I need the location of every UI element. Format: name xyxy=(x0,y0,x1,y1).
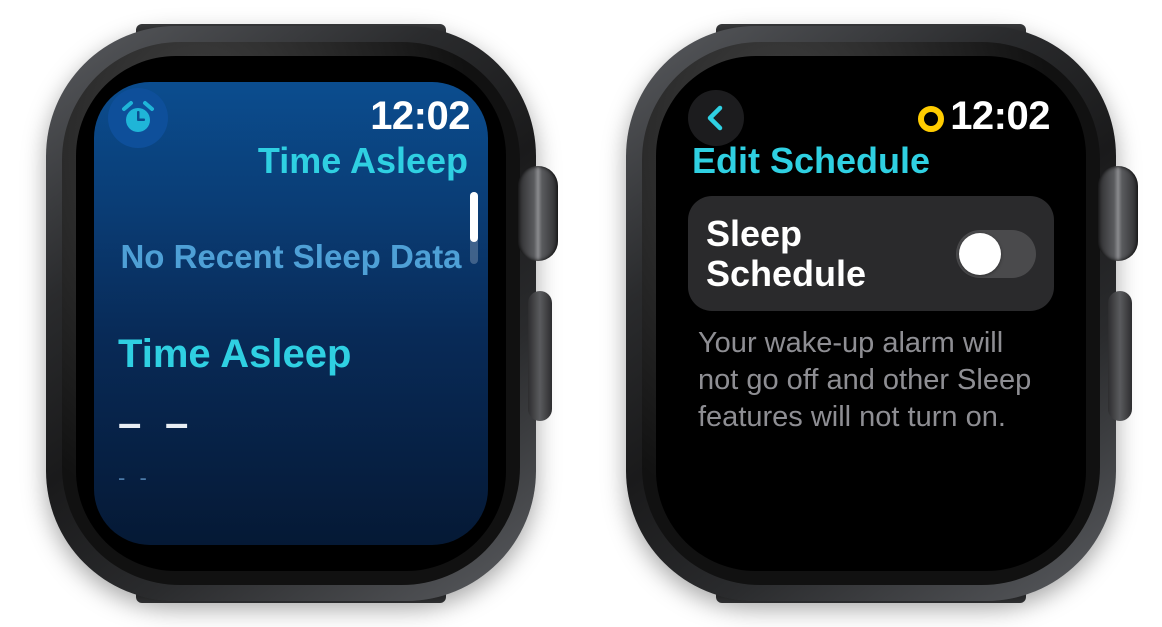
time-asleep-subvalue: - - xyxy=(94,447,488,491)
status-bar: 12:02 xyxy=(94,82,488,138)
status-bar: 12:02 xyxy=(674,82,1068,138)
digital-crown[interactable] xyxy=(1098,166,1138,261)
app-title: Time Asleep xyxy=(94,140,488,182)
side-button[interactable] xyxy=(1108,291,1132,421)
page-title: Edit Schedule xyxy=(674,138,1068,182)
app-icon-container[interactable] xyxy=(108,88,168,148)
sleep-schedule-label: Sleep Schedule xyxy=(706,214,944,293)
screen-time-asleep[interactable]: 12:02 Time Asleep No Recent Sleep Data T… xyxy=(94,82,488,545)
no-recent-data-label: No Recent Sleep Data xyxy=(94,238,488,276)
scrollbar-thumb[interactable] xyxy=(470,192,478,242)
back-button[interactable] xyxy=(688,90,744,146)
status-time: 12:02 xyxy=(950,94,1050,139)
sleep-schedule-toggle[interactable] xyxy=(956,230,1036,278)
toggle-knob xyxy=(959,233,1001,275)
alarm-clock-icon xyxy=(118,98,158,138)
section-title-time-asleep: Time Asleep xyxy=(94,332,488,377)
chevron-left-icon xyxy=(703,105,729,131)
sleep-schedule-caption: Your wake-up alarm will not go off and o… xyxy=(674,311,1068,436)
status-time: 12:02 xyxy=(370,94,470,139)
sleep-schedule-row[interactable]: Sleep Schedule xyxy=(688,196,1054,311)
side-button[interactable] xyxy=(528,291,552,421)
digital-crown[interactable] xyxy=(518,166,558,261)
time-asleep-value: – – xyxy=(94,377,488,447)
watch-edit-schedule: 12:02 Edit Schedule Sleep Schedule Your … xyxy=(626,26,1116,601)
watch-time-asleep: 12:02 Time Asleep No Recent Sleep Data T… xyxy=(46,26,536,601)
activity-ring-icon xyxy=(918,106,944,132)
screen-edit-schedule[interactable]: 12:02 Edit Schedule Sleep Schedule Your … xyxy=(674,82,1068,545)
